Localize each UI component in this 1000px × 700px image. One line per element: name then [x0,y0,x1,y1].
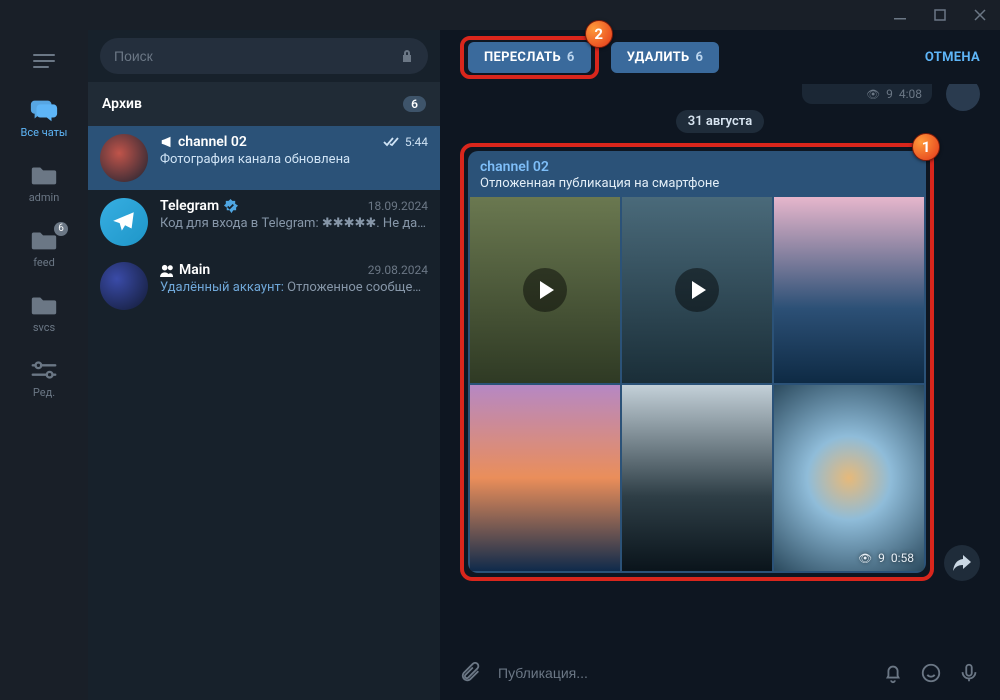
previous-message-tail: 9 4:08 [460,84,980,104]
lock-icon [400,49,414,63]
voice-button[interactable] [958,662,980,684]
folder-label: Все чаты [21,126,68,139]
chat-preview: Код для входа в Telegram: ✱✱✱✱✱. Не дава… [160,216,428,231]
message-meta: 9 0:58 [858,551,914,565]
chat-time: 18.09.2024 [368,199,428,213]
settings-toggle-icon [29,358,59,382]
delete-button[interactable]: УДАЛИТЬ 6 [611,42,720,73]
media-tile[interactable] [622,385,772,571]
folder-edit[interactable]: Ред. [0,350,88,407]
message-caption: Отложенная публикация на смартфоне [480,176,914,191]
media-grid: 9 0:58 [468,197,926,573]
media-tile[interactable] [470,385,620,571]
chat-name: Telegram [160,198,238,214]
messages-scroll[interactable]: 9 4:08 31 августа 1 channel 02 Отложенна… [440,84,1000,646]
cancel-button[interactable]: ОТМЕНА [925,50,980,65]
folders-sidebar: Все чаты admin 6 feed svcs Ред. [0,30,88,700]
minimize-button[interactable] [886,3,914,27]
chat-item[interactable]: Telegram 18.09.2024 Код для входа в Tele… [88,190,440,254]
forward-count: 6 [567,50,575,65]
message-bubble[interactable]: channel 02 Отложенная публикация на смар… [468,151,926,573]
paperclip-icon [460,662,482,684]
date-separator: 31 августа [676,110,764,133]
media-tile[interactable] [470,197,620,383]
media-tile[interactable] [774,197,924,383]
chat-item[interactable]: channel 02 5:44 Фотография канала обновл… [88,126,440,190]
message-author: channel 02 [480,159,914,175]
group-icon [160,264,175,277]
archive-row[interactable]: Архив 6 [88,82,440,126]
chat-time: 29.08.2024 [368,263,428,277]
chat-name: channel 02 [160,134,247,150]
delete-count: 6 [695,50,703,65]
folder-svcs[interactable]: svcs [0,285,88,342]
play-icon [675,268,719,312]
conversation-panel: ПЕРЕСЛАТЬ 6 2 УДАЛИТЬ 6 ОТМЕНА 9 4:08 [440,30,1000,700]
composer [440,646,1000,700]
chats-icon [29,98,59,122]
menu-button[interactable] [32,46,56,76]
emoji-button[interactable] [920,662,942,684]
folder-label: admin [29,191,60,204]
folder-label: svcs [33,321,55,334]
callout-marker: 1 [912,133,940,161]
close-window-button[interactable] [966,3,994,27]
views-icon [866,87,880,101]
chatlist-panel: Архив 6 channel 02 5:44 Фотография канал… [88,30,440,700]
message-time: 0:58 [891,551,914,565]
forward-arrow-icon [953,555,971,571]
folder-feed[interactable]: 6 feed [0,220,88,277]
message-input[interactable] [498,665,866,681]
smile-icon [920,662,942,684]
folder-label: feed [33,256,55,269]
share-button[interactable] [944,545,980,581]
window-titlebar [0,0,1000,30]
folder-all-chats[interactable]: Все чаты [0,90,88,147]
folder-icon [29,163,59,187]
play-icon [523,268,567,312]
forward-label: ПЕРЕСЛАТЬ [484,50,561,65]
attach-button[interactable] [460,662,482,684]
mute-button[interactable] [882,662,904,684]
chat-time: 5:44 [383,135,428,149]
callout-marker: 2 [585,20,613,48]
read-checks-icon [383,136,401,148]
avatar [100,134,148,182]
mic-icon [958,662,980,684]
avatar [100,198,148,246]
folder-icon [29,293,59,317]
views-count: 9 [878,551,885,565]
archive-label: Архив [102,96,142,112]
message-time: 4:08 [899,87,922,101]
selection-actionbar: ПЕРЕСЛАТЬ 6 2 УДАЛИТЬ 6 ОТМЕНА [440,30,1000,84]
chat-item[interactable]: Main 29.08.2024 Удалённый аккаунт: Отлож… [88,254,440,318]
avatar [100,262,148,310]
chat-name: Main [160,262,210,278]
archive-count: 6 [403,96,426,112]
folder-admin[interactable]: admin [0,155,88,212]
folder-label: Ред. [33,386,55,399]
media-tile[interactable] [622,197,772,383]
maximize-button[interactable] [926,3,954,27]
bell-icon [882,662,904,684]
views-icon [858,551,872,565]
search-input[interactable] [114,48,390,64]
megaphone-icon [160,135,174,149]
chat-preview: Удалённый аккаунт: Отложенное сообщен... [160,280,428,295]
media-tile[interactable]: 9 0:58 [774,385,924,571]
chat-preview: Фотография канала обновлена [160,152,428,167]
forward-button[interactable]: ПЕРЕСЛАТЬ 6 [468,42,591,73]
folder-badge: 6 [54,222,68,236]
views-count: 9 [886,87,893,101]
verified-icon [223,199,238,214]
avatar [946,84,980,111]
delete-label: УДАЛИТЬ [627,50,690,65]
search-input-wrapper[interactable] [100,38,428,74]
